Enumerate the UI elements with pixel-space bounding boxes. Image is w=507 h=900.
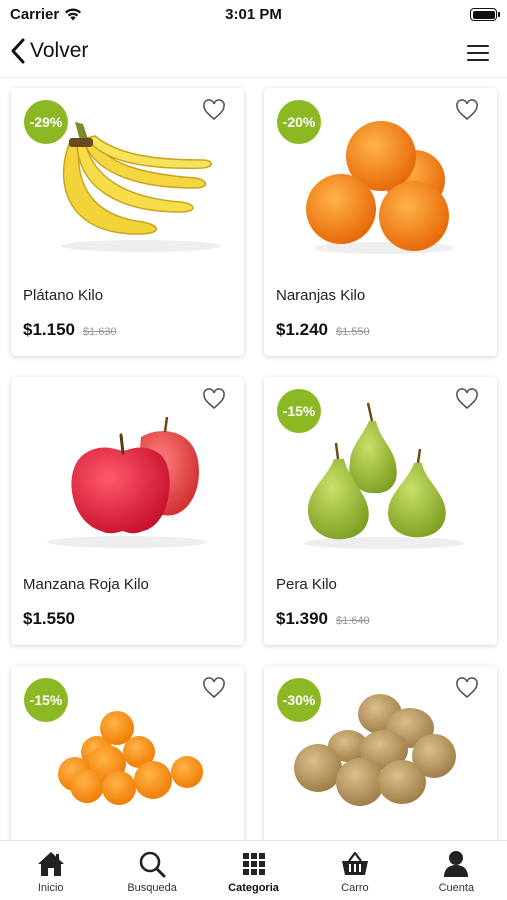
back-label: Volver	[30, 39, 89, 62]
heart-icon[interactable]	[455, 99, 479, 121]
product-card[interactable]: -15% Pera Kilo $1.390 $1.640	[264, 377, 497, 645]
heart-icon[interactable]	[202, 388, 226, 410]
product-card[interactable]: -15%	[11, 666, 244, 840]
chevron-left-icon	[11, 38, 25, 64]
heart-icon[interactable]	[202, 99, 226, 121]
battery-icon	[470, 8, 500, 21]
tab-bar: Inicio Busqueda Categoria Carro Cuenta	[0, 840, 507, 900]
discount-badge: -15%	[24, 678, 68, 722]
tab-label: Busqueda	[127, 882, 177, 894]
user-icon	[444, 851, 469, 877]
discount-badge: -20%	[277, 100, 321, 144]
home-icon	[37, 852, 64, 876]
price-row: $1.150 $1.630	[23, 320, 117, 340]
status-bar: Carrier 3:01 PM	[0, 0, 507, 28]
product-old-price: $1.630	[83, 326, 117, 338]
product-price: $1.240	[276, 320, 328, 339]
product-price: $1.390	[276, 609, 328, 628]
product-price: $1.150	[23, 320, 75, 339]
product-card[interactable]: -20% Naranjas Kilo $1.240 $1.550	[264, 88, 497, 356]
nav-bar: Volver	[0, 28, 507, 78]
product-card[interactable]: -29% Plátano Kilo $1.150 $1.630	[11, 88, 244, 356]
basket-icon	[341, 851, 368, 875]
price-row: $1.390 $1.640	[276, 609, 370, 629]
tab-cuenta[interactable]: Cuenta	[406, 841, 507, 900]
tab-label: Inicio	[37, 882, 64, 894]
tab-carro[interactable]: Carro	[304, 841, 405, 900]
heart-icon[interactable]	[202, 677, 226, 699]
product-price: $1.550	[23, 609, 75, 628]
product-name: Manzana Roja Kilo	[23, 576, 149, 593]
tab-label: Categoria	[228, 882, 279, 894]
product-name: Pera Kilo	[276, 576, 337, 593]
menu-button[interactable]	[467, 45, 489, 61]
back-button[interactable]: Volver	[10, 38, 88, 64]
clock: 3:01 PM	[225, 6, 282, 23]
product-grid: -29% Plátano Kilo $1.150 $1.630 -20% Nar…	[0, 78, 507, 840]
search-icon	[139, 851, 166, 878]
discount-badge: -15%	[277, 389, 321, 433]
tab-busqueda[interactable]: Busqueda	[101, 841, 202, 900]
apple-image	[47, 416, 207, 548]
price-row: $1.550	[23, 609, 75, 629]
tab-categoria[interactable]: Categoria	[203, 841, 304, 900]
price-row: $1.240 $1.550	[276, 320, 370, 340]
product-card[interactable]: Manzana Roja Kilo $1.550	[11, 377, 244, 645]
heart-icon[interactable]	[455, 677, 479, 699]
product-name: Naranjas Kilo	[276, 287, 366, 304]
discount-badge: -29%	[24, 100, 68, 144]
product-name: Plátano Kilo	[23, 287, 104, 304]
product-old-price: $1.640	[336, 615, 370, 627]
grid-icon	[242, 853, 265, 875]
tab-label: Carro	[341, 882, 369, 894]
tab-label: Cuenta	[438, 882, 475, 894]
tab-inicio[interactable]: Inicio	[0, 841, 101, 900]
product-old-price: $1.550	[336, 326, 370, 338]
discount-badge: -30%	[277, 678, 321, 722]
product-card[interactable]: -30%	[264, 666, 497, 840]
heart-icon[interactable]	[455, 388, 479, 410]
